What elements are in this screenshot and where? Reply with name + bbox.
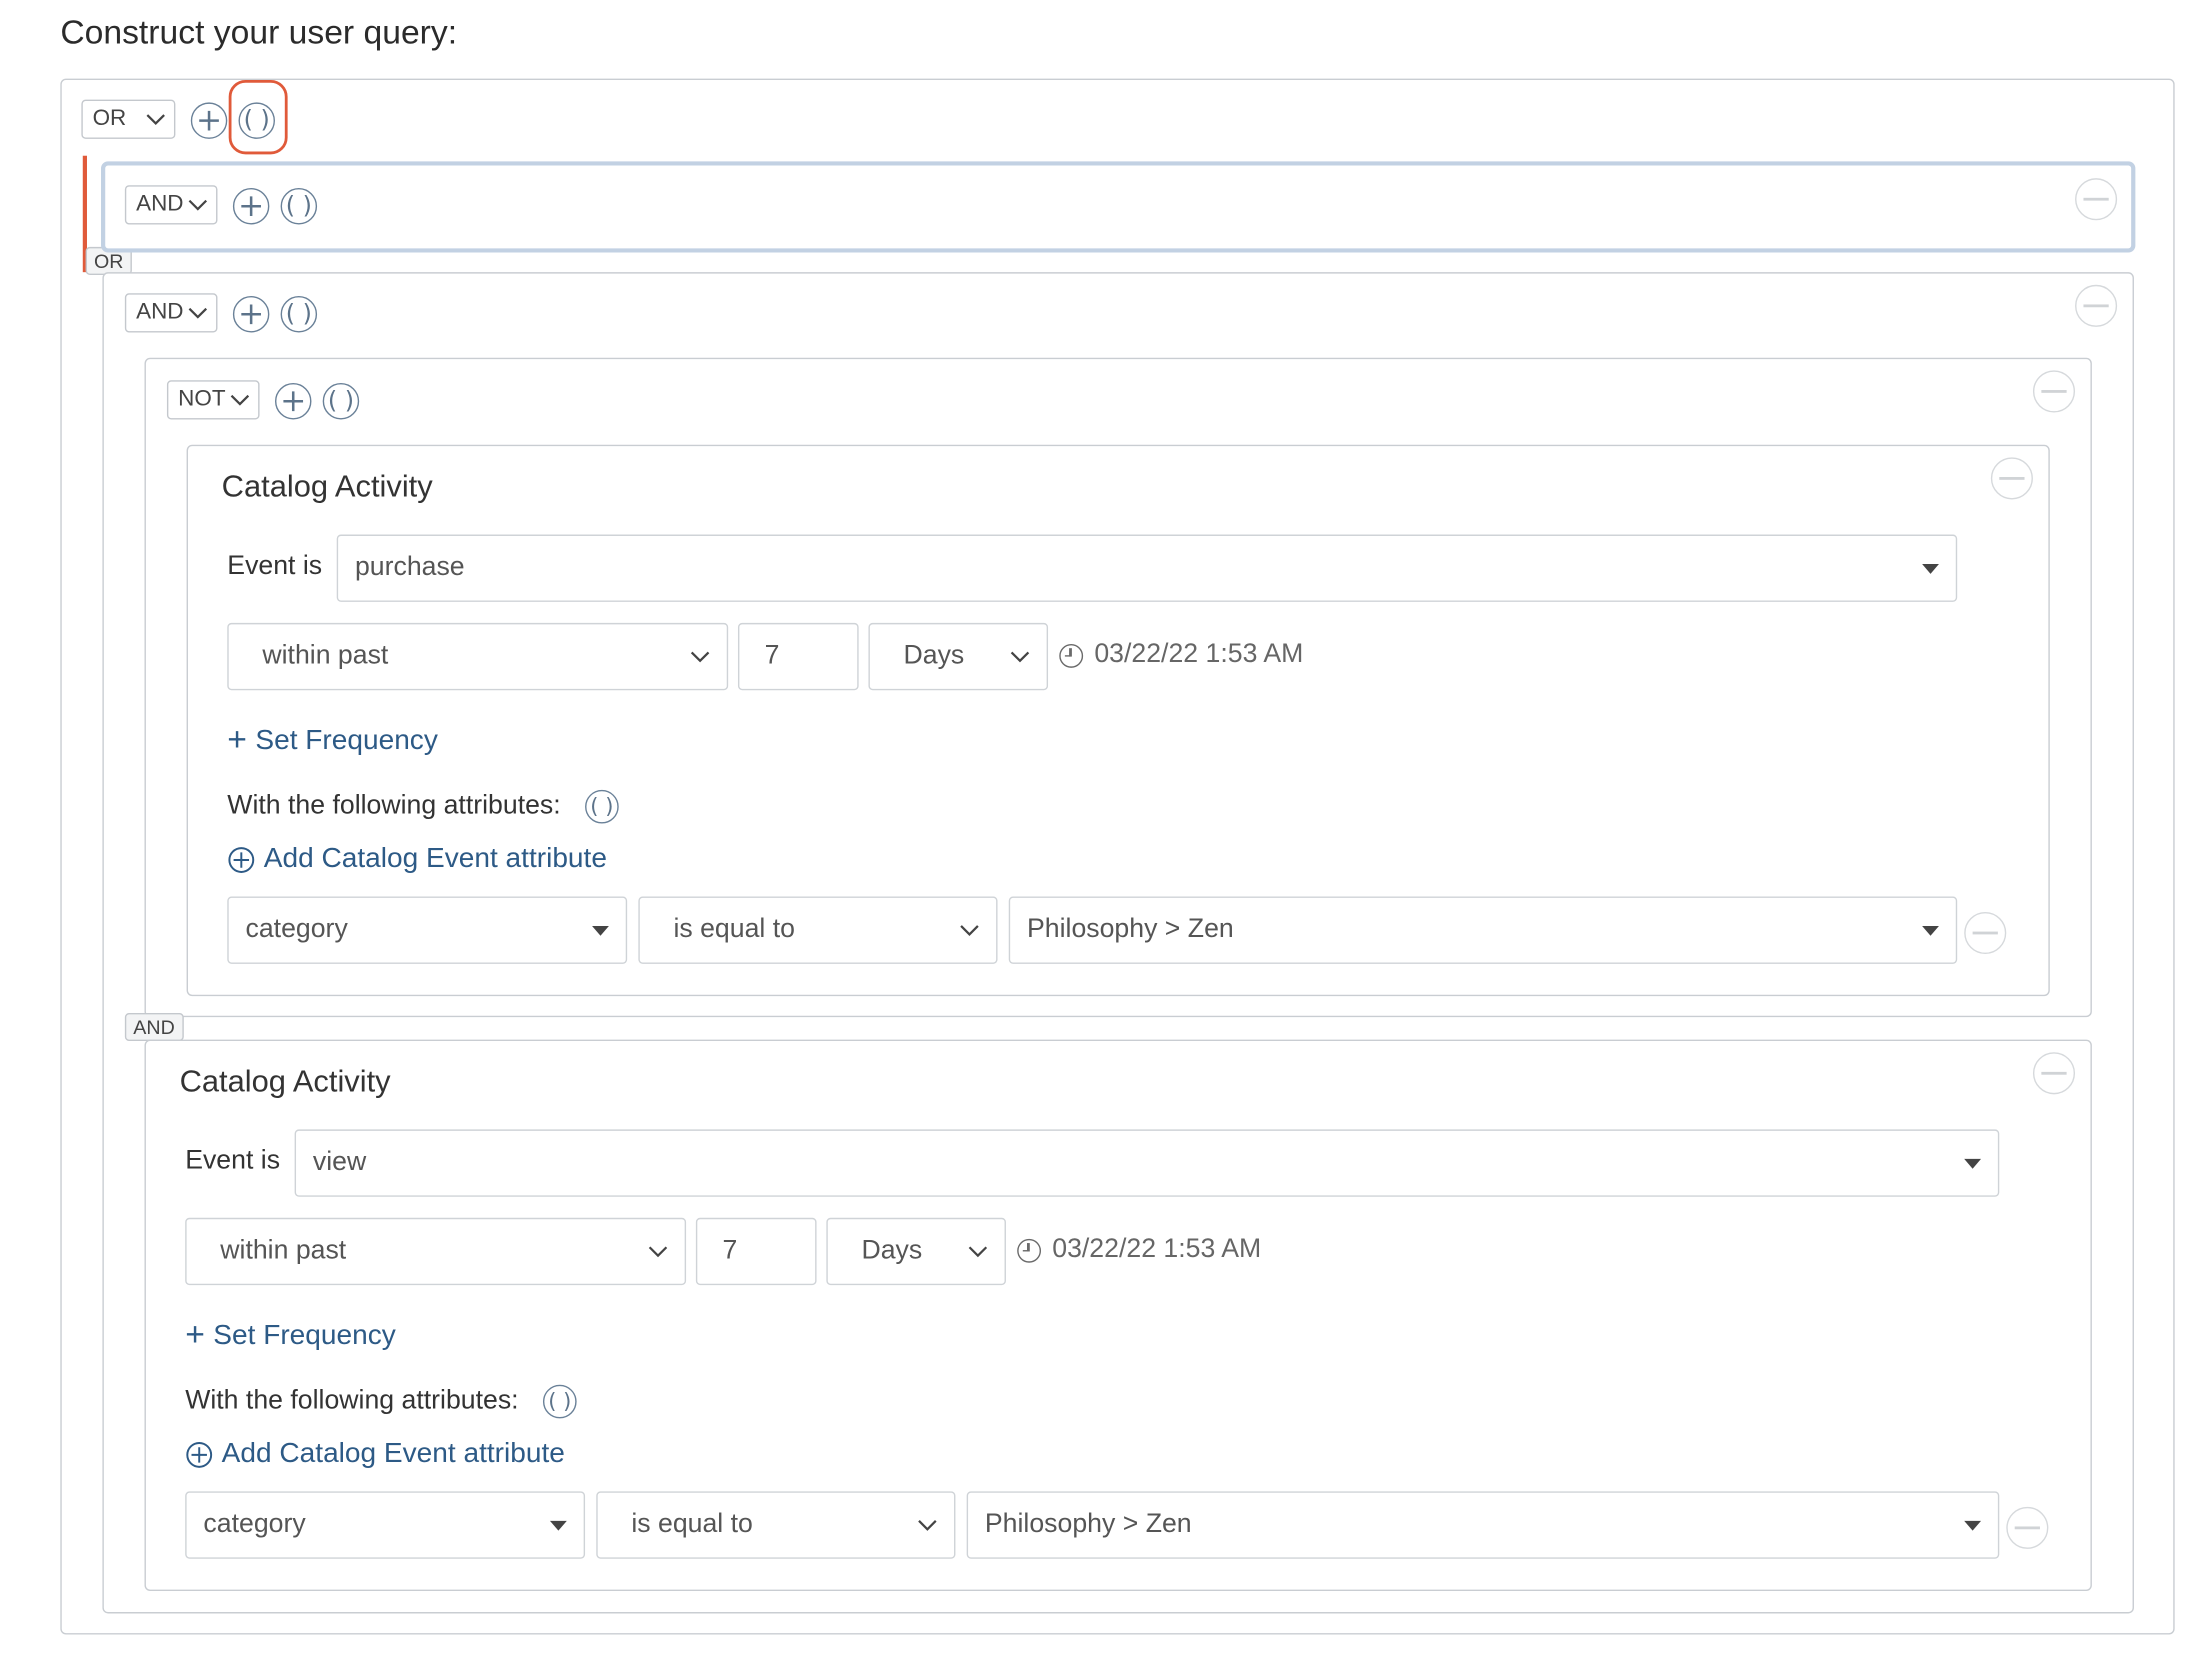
condition-2-time-mode-select[interactable]: within past: [185, 1217, 687, 1286]
condition-2-amount-input[interactable]: 7: [695, 1217, 817, 1286]
condition-2-attribute-value-select[interactable]: Philosophy > Zen: [966, 1491, 2000, 1559]
chevron-down-icon: [918, 1519, 937, 1531]
parentheses-icon: ( ): [243, 105, 270, 134]
condition-1-event-select[interactable]: purchase: [336, 534, 1958, 602]
plus-icon: +: [185, 1316, 205, 1354]
clock-icon: [1059, 643, 1084, 668]
parentheses-icon: ( ): [548, 1388, 572, 1414]
add-condition-button[interactable]: [190, 102, 228, 139]
parentheses-icon: ( ): [327, 386, 355, 415]
condition-1-timestamp: 03/22/22 1:53 AM: [1059, 640, 1303, 671]
chevron-down-icon: [690, 650, 710, 662]
group-3-operator-select[interactable]: NOT: [166, 380, 260, 420]
condition-2-attribute-group-button[interactable]: ( ): [542, 1384, 577, 1419]
root-operator-select[interactable]: OR: [81, 99, 176, 139]
condition-2-add-attribute-link[interactable]: Add Catalog Event attribute: [185, 1438, 565, 1470]
condition-1-time-mode-select[interactable]: within past: [227, 622, 729, 691]
condition-2-unit-select[interactable]: Days: [826, 1217, 1006, 1286]
chevron-down-icon: [968, 1245, 988, 1257]
condition-1-title: Catalog Activity: [221, 468, 433, 504]
caret-down-icon: [1964, 1158, 1982, 1168]
group-1-remove-button[interactable]: [2075, 178, 2118, 221]
plus-icon: [283, 391, 304, 412]
clock-icon: [1017, 1238, 1042, 1262]
plus-icon: [199, 110, 219, 131]
and-connector-tag: AND: [124, 1012, 184, 1042]
circle-plus-icon: [228, 846, 255, 873]
condition-1-event-label: Event is: [227, 551, 323, 581]
caret-down-icon: [1922, 925, 1939, 936]
condition-1-amount-input[interactable]: 7: [737, 622, 859, 691]
caret-down-icon: [592, 925, 609, 936]
condition-1-remove-button[interactable]: [1990, 457, 2033, 500]
page-title: Construct your user query:: [60, 14, 458, 52]
condition-2-remove-button[interactable]: [2032, 1052, 2076, 1095]
chevron-down-icon: [188, 199, 208, 210]
condition-1-attribute-operator-select[interactable]: is equal to: [638, 896, 998, 964]
group-3-add-condition-button[interactable]: [274, 383, 312, 420]
group-2-add-condition-button[interactable]: [232, 296, 270, 333]
circle-plus-icon: [186, 1441, 213, 1468]
group-1-add-group-button[interactable]: ( ): [280, 188, 318, 225]
condition-1-attribute-remove-button[interactable]: [1964, 911, 2007, 955]
condition-2-event-label: Event is: [185, 1146, 281, 1176]
group-3-add-group-button[interactable]: ( ): [322, 383, 360, 420]
group-2-remove-button[interactable]: [2075, 284, 2118, 327]
parentheses-icon: ( ): [590, 793, 614, 819]
condition-2-attribute-field-select[interactable]: category: [185, 1491, 586, 1559]
chevron-down-icon: [960, 924, 979, 936]
condition-1-attribute-value-select[interactable]: Philosophy > Zen: [1008, 896, 1958, 964]
plus-icon: [241, 304, 261, 325]
chevron-down-icon: [230, 394, 250, 405]
condition-2-event-select[interactable]: view: [294, 1129, 2000, 1197]
caret-down-icon: [1922, 563, 1939, 574]
condition-2-attribute-operator-select[interactable]: is equal to: [596, 1491, 956, 1559]
group-1-operator-select[interactable]: AND: [124, 185, 218, 225]
condition-1-attribute-field-select[interactable]: category: [227, 896, 628, 964]
parentheses-icon: ( ): [285, 191, 312, 220]
condition-2-attributes-label: With the following attributes:: [185, 1386, 519, 1416]
add-group-button[interactable]: ( ): [238, 102, 275, 139]
condition-2-attribute-remove-button[interactable]: [2006, 1506, 2049, 1549]
condition-2-set-frequency-link[interactable]: + Set Frequency: [185, 1316, 396, 1355]
condition-1-attribute-group-button[interactable]: ( ): [585, 789, 619, 824]
chevron-down-icon: [146, 113, 165, 125]
condition-2-timestamp: 03/22/22 1:53 AM: [1017, 1235, 1261, 1266]
condition-1-add-attribute-link[interactable]: Add Catalog Event attribute: [227, 843, 607, 875]
plus-icon: [241, 196, 261, 217]
group-3-remove-button[interactable]: [2032, 370, 2076, 413]
caret-down-icon: [1964, 1520, 1982, 1530]
group-1: [101, 161, 2136, 253]
caret-down-icon: [549, 1520, 567, 1530]
chevron-down-icon: [1010, 650, 1030, 662]
condition-1-set-frequency-link[interactable]: + Set Frequency: [227, 721, 438, 760]
group-1-add-condition-button[interactable]: [232, 188, 270, 225]
chevron-down-icon: [648, 1245, 668, 1257]
plus-icon: +: [227, 721, 247, 760]
condition-1-unit-select[interactable]: Days: [868, 622, 1049, 691]
parentheses-icon: ( ): [285, 299, 312, 328]
condition-1-attributes-label: With the following attributes:: [227, 791, 561, 821]
query-builder: Construct your user query: OR ( ) OR AND…: [0, 0, 2200, 1653]
group-2-add-group-button[interactable]: ( ): [280, 296, 318, 333]
chevron-down-icon: [188, 307, 208, 318]
root-operator-label: OR: [92, 106, 127, 131]
condition-2-title: Catalog Activity: [179, 1063, 391, 1099]
group-2-operator-select[interactable]: AND: [124, 293, 218, 333]
